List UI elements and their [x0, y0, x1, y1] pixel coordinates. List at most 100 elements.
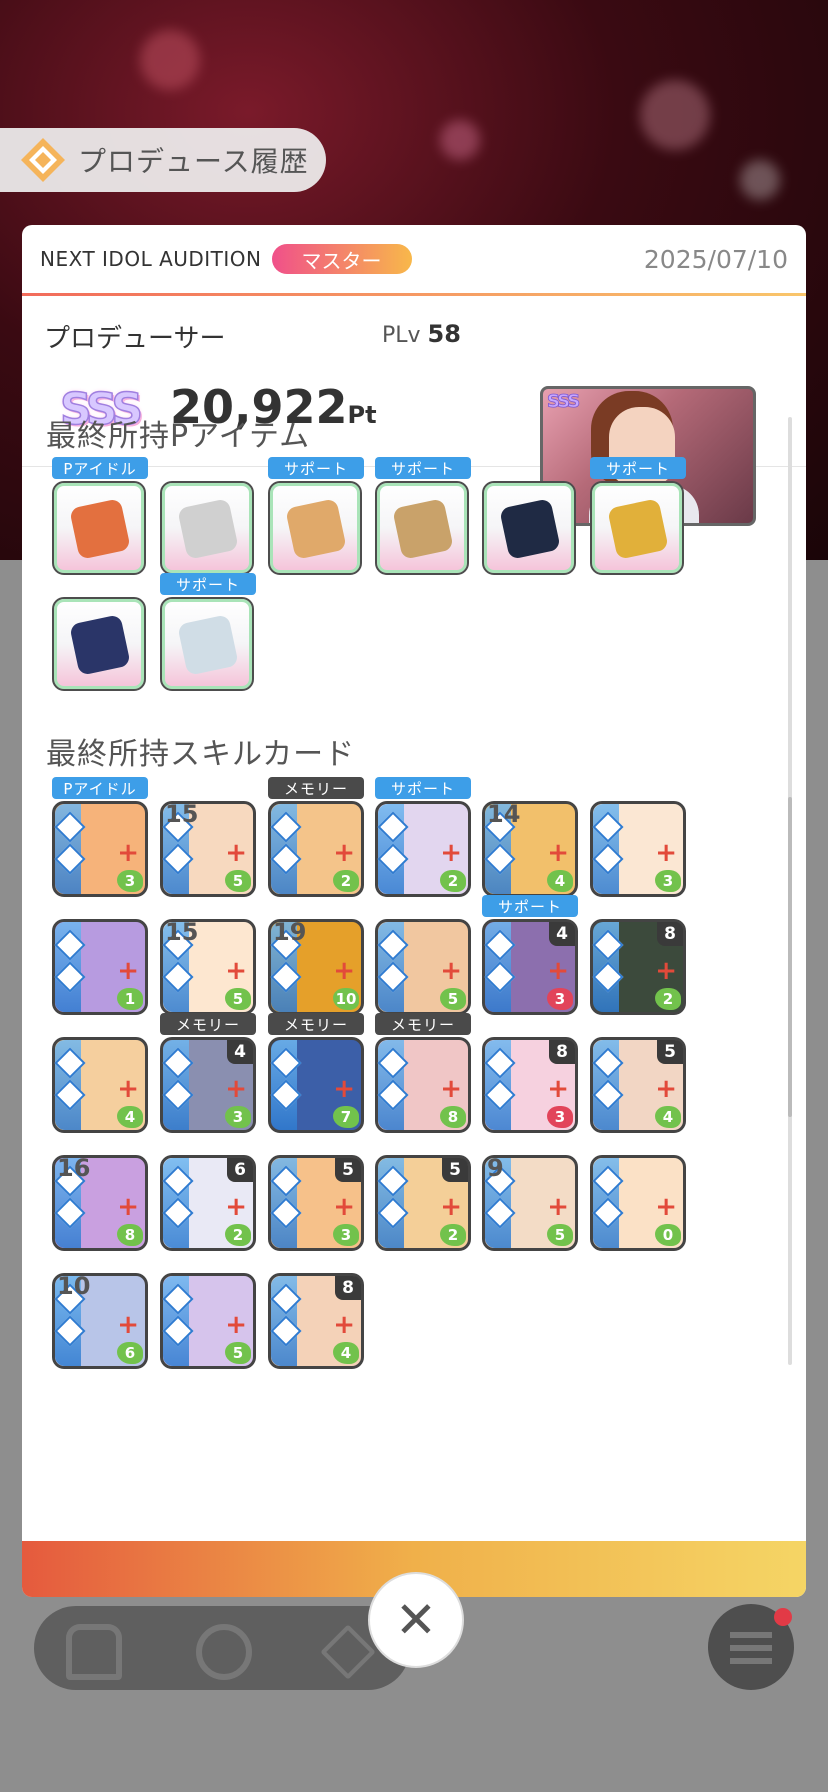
p-item-label: Pアイドル — [52, 457, 148, 479]
plus-icon: + — [440, 956, 462, 986]
p-item[interactable]: Pアイドル — [52, 457, 148, 577]
plus-icon: + — [547, 956, 569, 986]
skill-card[interactable]: +4 — [52, 1037, 148, 1133]
p-item-tile — [482, 481, 576, 575]
tote-bag-icon — [499, 498, 561, 560]
skill-card[interactable]: +14 4 — [482, 800, 578, 897]
plus-icon: + — [655, 956, 677, 986]
p-item-tile — [52, 597, 146, 691]
card-drop-value: 2 — [655, 988, 681, 1010]
skill-card[interactable]: +6 2 — [160, 1155, 256, 1251]
skill-card[interactable]: +1 — [52, 919, 148, 1015]
card-drop-value: 3 — [547, 988, 573, 1010]
skill-card[interactable]: +10 6 — [52, 1272, 148, 1369]
skill-card[interactable]: +4 3 メモリー — [160, 1013, 256, 1133]
card-drop-value: 10 — [333, 988, 359, 1010]
skill-card-tile: +5 4 — [590, 1037, 686, 1133]
skill-card[interactable]: +3 — [590, 801, 686, 897]
plv-value: 58 — [427, 320, 461, 348]
home-icon[interactable] — [66, 1624, 122, 1680]
plus-icon: + — [225, 1192, 247, 1222]
card-corner-value: 5 — [335, 1158, 361, 1182]
plus-icon: + — [655, 1192, 677, 1222]
wristband-icon — [69, 614, 131, 676]
skill-card[interactable]: +19 10 — [268, 918, 364, 1015]
history-scroll-area[interactable]: 最終所持Pアイテム Pアイドル サポート サポート サポート サポート 最終所持スキルカ… — [22, 411, 806, 1411]
card-drop-value: 4 — [547, 870, 573, 892]
produce-history-modal: NEXT IDOL AUDITION マスター 2025/07/10 プロデュー… — [22, 225, 806, 1597]
p-item[interactable] — [482, 481, 578, 577]
p-item[interactable]: サポート — [160, 573, 256, 693]
skill-card[interactable]: +5 4 — [590, 1037, 686, 1133]
skill-card[interactable]: +3 Pアイドル — [52, 777, 148, 897]
card-cost: 9 — [487, 1154, 504, 1182]
card-corner-value: 5 — [657, 1040, 683, 1064]
skill-card[interactable]: +16 8 — [52, 1154, 148, 1251]
p-item-label: サポート — [160, 573, 256, 595]
plus-icon: + — [547, 1074, 569, 1104]
card-drop-value: 6 — [117, 1342, 143, 1364]
card-corner-value: 4 — [227, 1040, 253, 1064]
orange-scarf-icon — [69, 498, 131, 560]
p-item[interactable]: サポート — [590, 457, 686, 577]
p-item[interactable] — [52, 597, 148, 693]
clock-icon[interactable] — [196, 1624, 252, 1680]
p-item[interactable] — [160, 481, 256, 577]
skill-card-tile: +7 — [268, 1037, 364, 1133]
skill-card[interactable]: +8 4 — [268, 1273, 364, 1369]
plus-icon: + — [225, 1310, 247, 1340]
skill-card[interactable]: +15 5 — [160, 918, 256, 1015]
skill-card[interactable]: +5 — [375, 919, 471, 1015]
p-item[interactable]: サポート — [268, 457, 364, 577]
skill-card[interactable]: +8 2 — [590, 919, 686, 1015]
plus-icon: + — [333, 1192, 355, 1222]
card-corner-value: 8 — [335, 1276, 361, 1300]
card-drop-value: 5 — [547, 1224, 573, 1246]
p-item-label: サポート — [375, 457, 471, 479]
plus-icon: + — [333, 1074, 355, 1104]
plus-icon: + — [655, 838, 677, 868]
plus-icon: + — [117, 1310, 139, 1340]
skill-card[interactable]: +15 5 — [160, 800, 256, 897]
plus-icon: + — [440, 1192, 462, 1222]
card-corner-value: 8 — [549, 1040, 575, 1064]
thumbnail-grade-badge: SSS — [547, 391, 581, 413]
producer-level: PLv 58 — [382, 320, 461, 348]
skill-card[interactable]: +7 メモリー — [268, 1013, 364, 1133]
skill-card[interactable]: +0 — [590, 1155, 686, 1251]
audition-row: NEXT IDOL AUDITION マスター 2025/07/10 — [22, 225, 806, 296]
skill-card-tile: +4 3 — [160, 1037, 256, 1133]
skill-card[interactable]: +9 5 — [482, 1154, 578, 1251]
card-drop-value: 3 — [117, 870, 143, 892]
card-drop-value: 5 — [225, 870, 251, 892]
p-item[interactable]: サポート — [375, 457, 471, 577]
plus-icon: + — [333, 1310, 355, 1340]
plus-icon: + — [117, 1074, 139, 1104]
card-corner-value: 5 — [442, 1158, 468, 1182]
skill-card[interactable]: +5 2 — [375, 1155, 471, 1251]
skill-card[interactable]: +5 — [160, 1273, 256, 1369]
card-drop-value: 3 — [225, 1106, 251, 1128]
card-drop-value: 3 — [655, 870, 681, 892]
p-item-label: サポート — [268, 457, 364, 479]
p-item-tile — [52, 481, 146, 575]
scrollbar[interactable] — [788, 417, 792, 1365]
card-drop-value: 4 — [117, 1106, 143, 1128]
card-drop-value: 7 — [333, 1106, 359, 1128]
p-item-tile — [268, 481, 362, 575]
skill-card-tile: +2 — [268, 801, 364, 897]
skill-card[interactable]: +2 サポート — [375, 777, 471, 897]
skill-card[interactable]: +5 3 — [268, 1155, 364, 1251]
skill-card-tile: +8 2 — [590, 919, 686, 1015]
skill-card[interactable]: +8 メモリー — [375, 1013, 471, 1133]
items-section-title: 最終所持Pアイテム — [46, 419, 311, 454]
p-item-tile — [160, 597, 254, 691]
skill-card[interactable]: +8 3 — [482, 1037, 578, 1133]
p-item-tile — [590, 481, 684, 575]
skill-card-tile: +0 — [590, 1155, 686, 1251]
close-button[interactable]: ✕ — [368, 1572, 464, 1668]
skill-card[interactable]: +4 3 サポート — [482, 895, 578, 1015]
producer-label: プロデューサー — [44, 324, 226, 354]
p-item-tile — [375, 481, 469, 575]
skill-card[interactable]: +2 メモリー — [268, 777, 364, 897]
